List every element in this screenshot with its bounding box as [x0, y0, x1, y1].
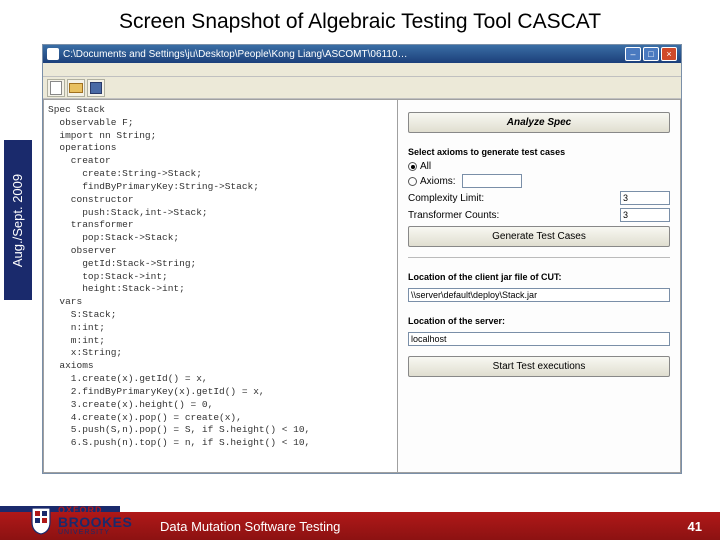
footer-caption: Data Mutation Software Testing: [160, 519, 340, 534]
date-label: Aug./Sept. 2009: [11, 173, 26, 266]
menubar: [43, 63, 681, 77]
date-side-tab: Aug./Sept. 2009: [4, 140, 32, 300]
complexity-row: Complexity Limit:: [408, 191, 670, 205]
axioms-header: Select axioms to generate test cases: [408, 147, 670, 157]
start-tests-button[interactable]: Start Test executions: [408, 356, 670, 377]
generate-tests-button[interactable]: Generate Test Cases: [408, 226, 670, 247]
radio-all-row[interactable]: All: [408, 161, 670, 172]
radio-axioms-icon: [408, 177, 417, 186]
axioms-input[interactable]: [462, 174, 522, 188]
radio-all-icon: [408, 162, 417, 171]
jar-location-input[interactable]: [408, 288, 670, 302]
toolbar: [43, 77, 681, 99]
radio-all-label: All: [420, 161, 431, 172]
slide-title: Screen Snapshot of Algebraic Testing Too…: [0, 0, 720, 40]
minimize-button[interactable]: –: [625, 47, 641, 61]
radio-axioms-row[interactable]: Axioms:: [408, 174, 670, 188]
maximize-button[interactable]: □: [643, 47, 659, 61]
new-file-icon[interactable]: [47, 79, 65, 97]
page-number: 41: [688, 519, 702, 534]
app-icon: [47, 48, 59, 60]
shield-icon: [30, 506, 52, 536]
radio-axioms-label: Axioms:: [420, 176, 456, 187]
logo-text: OXFORD BROOKES UNIVERSITY: [58, 506, 132, 536]
transformer-row: Transformer Counts:: [408, 208, 670, 222]
transformer-label: Transformer Counts:: [408, 210, 616, 221]
brookes-logo: OXFORD BROOKES UNIVERSITY: [30, 506, 132, 536]
save-file-icon[interactable]: [87, 79, 105, 97]
complexity-label: Complexity Limit:: [408, 193, 616, 204]
jar-location-label: Location of the client jar file of CUT:: [408, 272, 670, 282]
spec-editor[interactable]: Spec Stack observable F; import nn Strin…: [43, 99, 398, 473]
window-title: C:\Documents and Settings\ju\Desktop\Peo…: [63, 49, 625, 60]
open-file-icon[interactable]: [67, 79, 85, 97]
server-location-label: Location of the server:: [408, 316, 670, 326]
analyze-spec-button[interactable]: Analyze Spec: [408, 112, 670, 133]
transformer-input[interactable]: [620, 208, 670, 222]
cascat-window: C:\Documents and Settings\ju\Desktop\Peo…: [42, 44, 682, 474]
logo-university: UNIVERSITY: [58, 529, 132, 536]
slide-footer: OXFORD BROOKES UNIVERSITY Data Mutation …: [0, 494, 720, 540]
logo-brookes: BROOKES: [58, 515, 132, 529]
close-button[interactable]: ×: [661, 47, 677, 61]
server-location-input[interactable]: [408, 332, 670, 346]
titlebar: C:\Documents and Settings\ju\Desktop\Peo…: [43, 45, 681, 63]
divider: [408, 257, 670, 258]
control-panel: Analyze Spec Select axioms to generate t…: [398, 99, 681, 473]
window-controls: – □ ×: [625, 47, 677, 61]
content-area: Spec Stack observable F; import nn Strin…: [43, 99, 681, 473]
complexity-input[interactable]: [620, 191, 670, 205]
